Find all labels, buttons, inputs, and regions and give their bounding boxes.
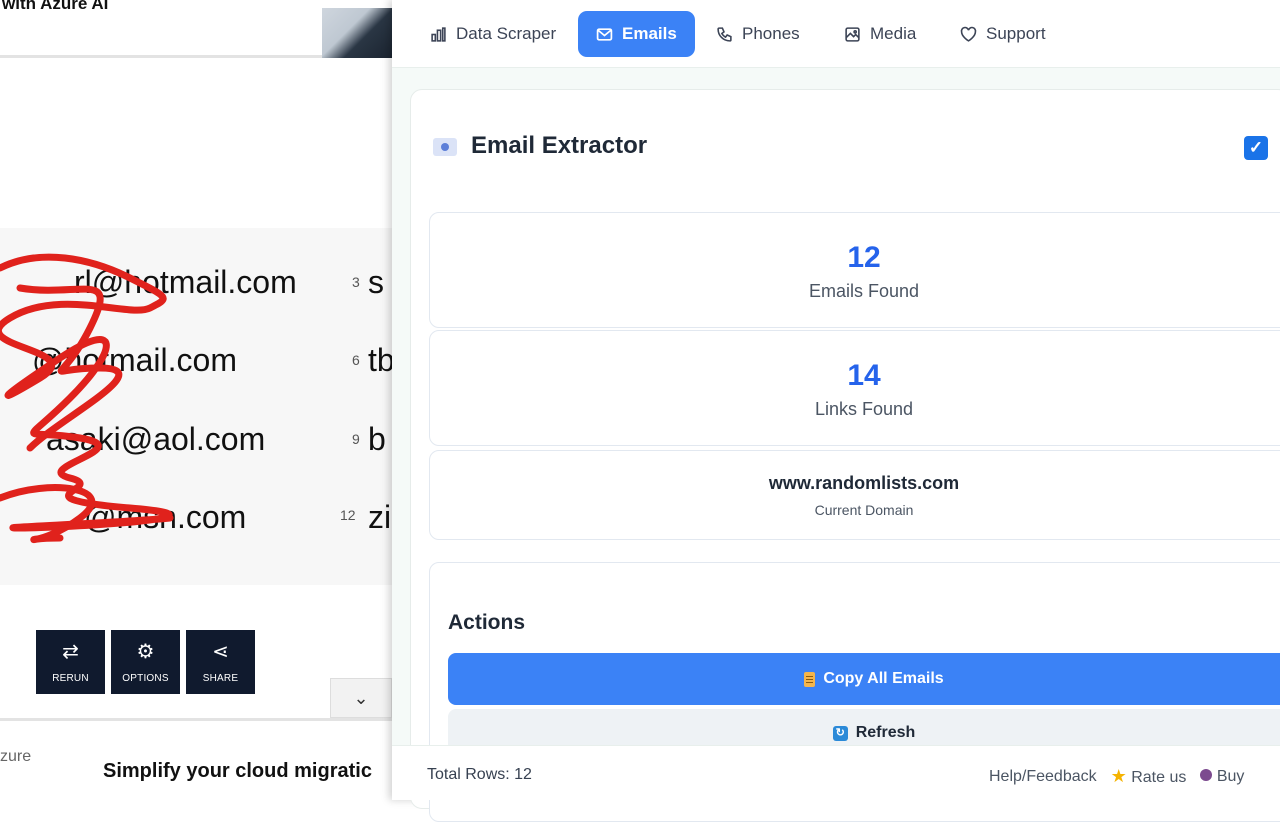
options-label: OPTIONS bbox=[122, 672, 169, 684]
tab-label: Data Scraper bbox=[456, 24, 557, 43]
web-page: with Azure AI rl@hotmail.com 3 s @hotmai… bbox=[0, 0, 392, 800]
tab-media[interactable]: Media bbox=[826, 11, 934, 57]
copy-label: Copy All Emails bbox=[823, 670, 944, 687]
tab-label: Support bbox=[986, 24, 1046, 43]
chevron-down-icon: ⌄ bbox=[353, 687, 369, 708]
copy-all-emails-button[interactable]: Copy All Emails bbox=[448, 653, 1280, 705]
tab-emails[interactable]: Emails bbox=[578, 11, 695, 57]
share-label: SHARE bbox=[202, 672, 239, 684]
tab-phones[interactable]: Phones bbox=[698, 11, 818, 57]
links-label: Links Found bbox=[814, 399, 914, 419]
tab-label: Media bbox=[870, 24, 917, 43]
links-found-card: 14 Links Found bbox=[429, 330, 1280, 446]
chart-icon bbox=[431, 26, 446, 42]
list-number: 12 bbox=[340, 507, 356, 523]
extension-panel: Data Scraper Emails Phones Media Support… bbox=[392, 0, 1280, 822]
buy-label: Buy bbox=[1216, 767, 1245, 785]
options-button[interactable]: ⚙ OPTIONS bbox=[111, 630, 180, 694]
mail-icon bbox=[596, 27, 613, 41]
ad-banner[interactable]: with Azure AI bbox=[0, 0, 392, 58]
share-button[interactable]: ⋖ SHARE bbox=[186, 630, 255, 694]
phone-icon bbox=[717, 26, 732, 42]
gear-icon: ⚙ bbox=[136, 640, 155, 663]
ad-photo bbox=[322, 8, 392, 58]
list-item: asaki@aol.com bbox=[46, 421, 266, 457]
promo-title[interactable]: Simplify your cloud migratic bbox=[103, 760, 372, 783]
coffee-icon bbox=[1200, 768, 1213, 781]
tab-data-scraper[interactable]: Data Scraper bbox=[412, 11, 574, 57]
domain-label: Current Domain bbox=[814, 502, 914, 518]
ad-title: with Azure AI bbox=[2, 0, 109, 13]
links-count: 14 bbox=[847, 359, 881, 392]
list-item: @hotmail.com bbox=[32, 342, 237, 378]
star-icon: ★ bbox=[1110, 766, 1127, 786]
azure-label: zure bbox=[0, 748, 32, 765]
rerun-button[interactable]: ⇄ RERUN bbox=[36, 630, 105, 694]
toolbar: ⇄ RERUN ⚙ OPTIONS ⋖ SHARE bbox=[36, 630, 255, 694]
buy-link[interactable]: Buy bbox=[1200, 768, 1244, 786]
help-feedback-link[interactable]: Help/Feedback bbox=[989, 768, 1097, 786]
list-number: 3 bbox=[352, 274, 360, 290]
refresh-icon: ↻ bbox=[832, 725, 848, 741]
list-item: zi bbox=[368, 499, 392, 535]
email-list: rl@hotmail.com 3 s @hotmail.com 6 tb asa… bbox=[0, 228, 392, 585]
extractor-card: Email Extractor ✓ 12 Emails Found 14 Lin… bbox=[410, 89, 1280, 822]
emails-count: 12 bbox=[847, 241, 881, 274]
footer-links: Help/Feedback ★ Rate us Buy bbox=[989, 766, 1244, 787]
refresh-label: Refresh bbox=[855, 724, 916, 741]
share-icon: ⋖ bbox=[212, 640, 229, 663]
list-number: 9 bbox=[352, 431, 360, 447]
clipboard-icon bbox=[804, 671, 816, 687]
list-item: tb bbox=[368, 342, 392, 378]
image-icon bbox=[845, 26, 860, 42]
list-item: @msn.com bbox=[84, 499, 247, 535]
page-title: Email Extractor bbox=[471, 132, 648, 159]
rate-label: Rate us bbox=[1131, 769, 1187, 786]
chevron-down-button[interactable]: ⌄ bbox=[330, 678, 392, 718]
heart-icon bbox=[960, 26, 977, 42]
footer: Total Rows: 12 Help/Feedback ★ Rate us B… bbox=[392, 745, 1280, 800]
tab-label: Phones bbox=[742, 24, 800, 43]
actions-title: Actions bbox=[448, 611, 526, 634]
domain-value: www.randomlists.com bbox=[768, 473, 960, 493]
shuffle-icon: ⇄ bbox=[62, 640, 79, 663]
list-item: b bbox=[368, 421, 386, 457]
enable-checkbox[interactable]: ✓ bbox=[1244, 136, 1268, 160]
total-rows: Total Rows: 12 bbox=[427, 766, 532, 783]
divider bbox=[0, 718, 392, 721]
list-item: s bbox=[368, 264, 384, 300]
email-extractor-icon bbox=[433, 138, 457, 156]
emails-found-card: 12 Emails Found bbox=[429, 212, 1280, 328]
rerun-label: RERUN bbox=[52, 672, 89, 684]
list-number: 6 bbox=[352, 352, 360, 368]
emails-label: Emails Found bbox=[808, 281, 920, 301]
current-domain-card: www.randomlists.com Current Domain bbox=[429, 450, 1280, 540]
rate-us-link[interactable]: ★ Rate us bbox=[1111, 766, 1187, 787]
list-item: rl@hotmail.com bbox=[74, 264, 297, 300]
tab-support[interactable]: Support bbox=[942, 11, 1064, 57]
tab-label: Emails bbox=[622, 24, 677, 43]
tab-bar: Data Scraper Emails Phones Media Support bbox=[392, 0, 1280, 68]
